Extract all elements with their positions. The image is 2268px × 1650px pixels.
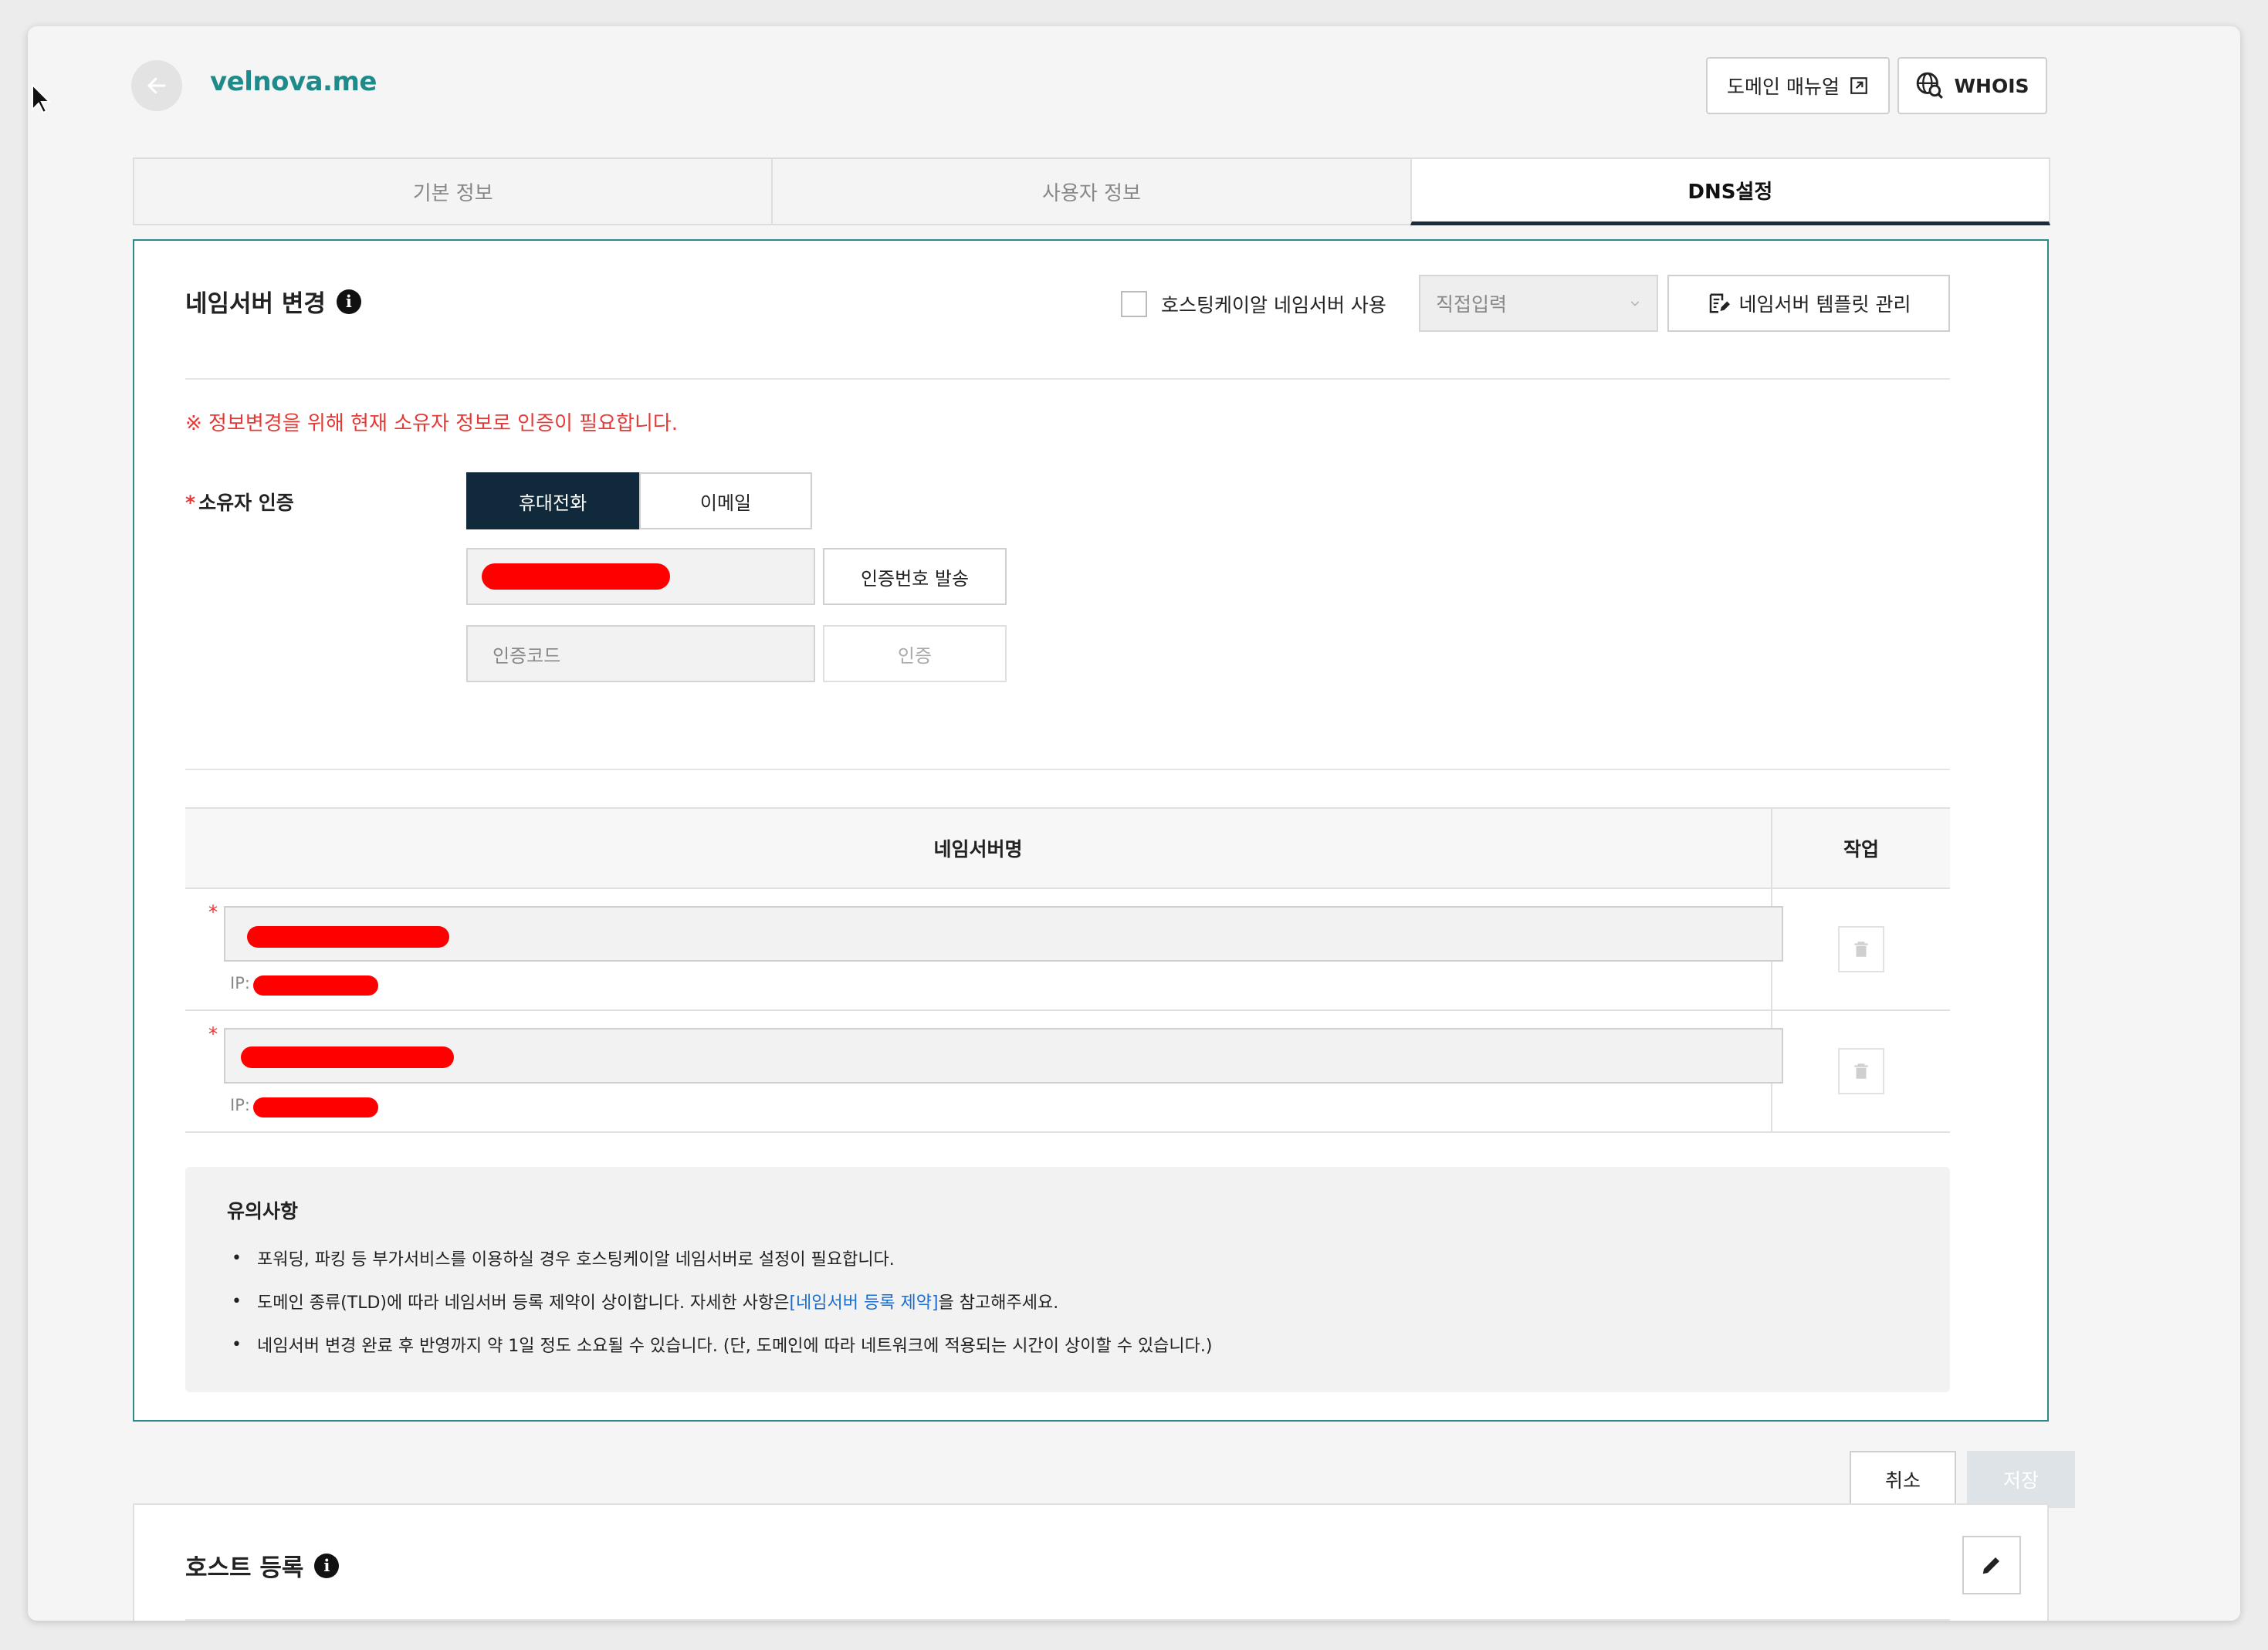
col-header-action: 작업	[1843, 838, 1879, 861]
divider	[185, 1619, 1950, 1621]
delete-row-button[interactable]	[1838, 926, 1884, 972]
nameserver-panel: 네임서버 변경 i 호스팅케이알 네임서버 사용 직접입력 네임서버 템플릿 관…	[133, 239, 2049, 1422]
divider	[185, 769, 1950, 770]
required-mark: *	[208, 1023, 218, 1045]
redacted-ip	[253, 1097, 378, 1117]
phone-number-field[interactable]	[466, 548, 815, 605]
verify-button[interactable]: 인증	[823, 625, 1007, 682]
edit-document-icon	[1709, 293, 1730, 313]
nameserver-restriction-link[interactable]: [네임서버 등록 제약]	[789, 1289, 938, 1314]
domain-manual-button[interactable]: 도메인 매뉴얼	[1706, 57, 1890, 114]
auth-code-input[interactable]: 인증코드	[466, 625, 815, 682]
domain-title: velnova.me	[210, 66, 377, 97]
nameserver-template-label: 네임서버 템플릿 관리	[1738, 293, 1911, 316]
redacted-phone	[482, 563, 670, 590]
hosting-nameserver-option[interactable]: 호스팅케이알 네임서버 사용	[1121, 290, 1386, 318]
notes-box: 유의사항 포워딩, 파킹 등 부가서비스를 이용하실 경우 호스팅케이알 네임서…	[185, 1167, 1950, 1392]
trash-icon	[1854, 1063, 1868, 1079]
ip-label: IP:	[230, 1096, 250, 1114]
table-row: * IP:	[185, 889, 1950, 1011]
chevron-down-icon	[1630, 301, 1640, 306]
redacted-ip	[253, 975, 378, 996]
auth-phone-option[interactable]: 휴대전화	[466, 472, 639, 529]
action-cell	[1772, 889, 1950, 1009]
host-title: 호스트 등록	[185, 1554, 304, 1582]
divider	[185, 378, 1950, 380]
note-text-suffix: 을 참고해주세요.	[938, 1293, 1059, 1313]
note-item: 포워딩, 파킹 등 부가서비스를 이용하실 경우 호스팅케이알 네임서버로 설정…	[227, 1246, 1908, 1270]
whois-button[interactable]: WHOIS	[1897, 57, 2047, 114]
table-row: * IP:	[185, 1011, 1950, 1133]
browser-window: velnova.me 도메인 매뉴얼 WHOIS 기본 정보 사용자 정보 DN…	[28, 26, 2240, 1621]
domain-manual-label: 도메인 매뉴얼	[1727, 76, 1840, 98]
note-item: 네임서버 변경 완료 후 반영까지 약 1일 정도 소요될 수 있습니다. (단…	[227, 1332, 1908, 1357]
whois-label: WHOIS	[1954, 74, 2029, 97]
auth-method-toggle: 휴대전화 이메일	[466, 472, 812, 529]
ip-label: IP:	[230, 974, 250, 992]
owner-auth-label: * 소유자 인증	[185, 488, 294, 516]
nameserver-cell: * IP:	[185, 1011, 1783, 1131]
host-heading: 호스트 등록 i	[185, 1548, 340, 1583]
save-button[interactable]: 저장	[1967, 1451, 2075, 1508]
back-button[interactable]	[131, 60, 182, 111]
owner-auth-text: 소유자 인증	[198, 492, 294, 514]
globe-search-icon	[1917, 72, 1944, 99]
required-mark: *	[185, 492, 196, 514]
edit-host-button[interactable]	[1962, 1536, 2021, 1594]
delete-row-button[interactable]	[1838, 1048, 1884, 1094]
info-icon[interactable]: i	[336, 289, 361, 314]
auth-email-option[interactable]: 이메일	[639, 472, 812, 529]
redacted-nameserver	[247, 926, 449, 948]
nameserver-input[interactable]	[224, 906, 1783, 962]
info-icon[interactable]: i	[314, 1553, 340, 1578]
mouse-cursor-icon	[32, 83, 51, 114]
nameserver-input[interactable]	[224, 1028, 1783, 1084]
note-text: 도메인 종류(TLD)에 따라 네임서버 등록 제약이 상이합니다. 자세한 사…	[256, 1293, 790, 1313]
nameserver-template-button[interactable]: 네임서버 템플릿 관리	[1667, 275, 1950, 332]
hosting-nameserver-checkbox[interactable]	[1121, 291, 1147, 317]
send-code-button[interactable]: 인증번호 발송	[823, 548, 1007, 605]
auth-warning: ※ 정보변경을 위해 현재 소유자 정보로 인증이 필요합니다.	[185, 412, 679, 435]
tab-user-info[interactable]: 사용자 정보	[771, 157, 1412, 225]
cancel-button[interactable]: 취소	[1850, 1451, 1956, 1508]
nameserver-select[interactable]: 직접입력	[1419, 275, 1658, 332]
notes-title: 유의사항	[227, 1200, 299, 1222]
required-mark: *	[208, 901, 218, 923]
nameserver-cell: * IP:	[185, 889, 1783, 1009]
note-text: 포워딩, 파킹 등 부가서비스를 이용하실 경우 호스팅케이알 네임서버로 설정…	[256, 1250, 895, 1270]
external-link-icon	[1850, 77, 1867, 94]
note-text: 네임서버 변경 완료 후 반영까지 약 1일 정도 소요될 수 있습니다. (단…	[256, 1337, 1213, 1356]
redacted-nameserver	[241, 1046, 454, 1068]
tab-dns-settings[interactable]: DNS설정	[1410, 157, 2050, 225]
host-registration-panel: 호스트 등록 i	[133, 1503, 2049, 1621]
arrow-left-icon	[147, 77, 166, 94]
trash-icon	[1854, 942, 1868, 957]
pencil-icon	[1982, 1557, 1999, 1574]
nameserver-heading: 네임서버 변경 i	[185, 284, 361, 319]
nameserver-title: 네임서버 변경	[185, 290, 326, 318]
nameserver-table: 네임서버명 작업 * IP: * IP:	[185, 807, 1950, 1133]
note-item: 도메인 종류(TLD)에 따라 네임서버 등록 제약이 상이합니다. 자세한 사…	[227, 1289, 1908, 1314]
action-cell	[1772, 1011, 1950, 1131]
table-header: 네임서버명 작업	[185, 807, 1950, 889]
col-header-nameserver: 네임서버명	[185, 809, 1772, 888]
tab-basic-info[interactable]: 기본 정보	[133, 157, 773, 225]
hosting-nameserver-label: 호스팅케이알 네임서버 사용	[1161, 294, 1386, 316]
nameserver-select-value: 직접입력	[1436, 293, 1508, 316]
tab-bar: 기본 정보 사용자 정보 DNS설정	[133, 157, 2050, 225]
